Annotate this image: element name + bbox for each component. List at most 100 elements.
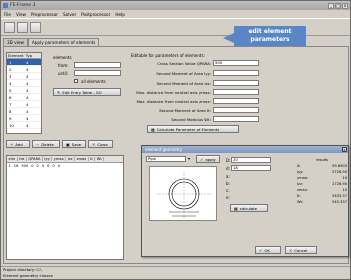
close-icon: ✕ bbox=[92, 141, 96, 147]
element-list[interactable]: Element Typ 14 24 34 44 54 64 74 84 94 1… bbox=[6, 52, 42, 134]
list-item[interactable]: 74 bbox=[7, 101, 41, 108]
list-item[interactable]: 64 bbox=[7, 94, 41, 101]
list-cell: 10 bbox=[9, 122, 14, 128]
save-label: Save bbox=[71, 141, 82, 147]
zmax-label: Max. distance from neutral axis zmax: bbox=[136, 99, 211, 104]
apply-button[interactable]: ✓ apply bbox=[196, 155, 220, 163]
table-header-elm[interactable]: elm bbox=[7, 157, 18, 161]
list-item[interactable]: 14 bbox=[7, 59, 41, 66]
save-icon[interactable] bbox=[30, 22, 41, 33]
edit-icon: ✎ bbox=[57, 89, 61, 95]
tab-3d-view[interactable]: 3D view bbox=[3, 38, 28, 46]
status-message: Element geometry chosen bbox=[3, 273, 54, 278]
table-header-zmax[interactable]: zmax bbox=[75, 157, 89, 161]
menu-solver[interactable]: Solver bbox=[63, 12, 76, 17]
cancel-button[interactable]: ✕ Cancel bbox=[285, 246, 317, 254]
window-title: FE-Frame 3 bbox=[10, 3, 36, 8]
list-cell: 2 bbox=[9, 66, 12, 72]
list-cell: 9 bbox=[9, 115, 12, 121]
maximize-button[interactable]: □ bbox=[335, 2, 341, 9]
add-label: Add bbox=[15, 141, 23, 147]
section-type-value: Pipe bbox=[148, 156, 157, 161]
table-cell: 500 bbox=[21, 164, 29, 168]
qpara-input[interactable]: 500 bbox=[213, 60, 259, 66]
from-input[interactable] bbox=[74, 62, 121, 68]
minimize-button[interactable]: _ bbox=[328, 2, 334, 9]
menu-file[interactable]: File bbox=[4, 12, 11, 17]
open-folder-icon[interactable] bbox=[17, 22, 28, 33]
from-label: from: bbox=[58, 63, 69, 68]
calculate-parameters-button[interactable]: ▦ Calculate Parameter of Elements bbox=[147, 125, 239, 133]
tab-apply-parameters[interactable]: Apply parameters of elements bbox=[27, 38, 100, 46]
menu-postprocessor[interactable]: Postprocessor bbox=[81, 12, 110, 17]
list-item[interactable]: 44 bbox=[7, 80, 41, 87]
plus-icon: + bbox=[10, 141, 14, 147]
delete-label: Delete bbox=[41, 141, 54, 147]
edit-entry-table-button[interactable]: ✎ Edit Entry Table - GO bbox=[53, 88, 121, 96]
cancel-icon: ✕ bbox=[289, 247, 293, 253]
add-button[interactable]: + Add bbox=[6, 140, 30, 148]
type-column-header[interactable]: Typ bbox=[25, 53, 41, 58]
dialog-close-icon[interactable]: x bbox=[342, 147, 347, 152]
table-header-his[interactable]: his bbox=[18, 157, 27, 161]
list-item[interactable]: 94 bbox=[7, 115, 41, 122]
calculate-parameters-label: Calculate Parameter of Elements bbox=[156, 126, 220, 132]
check-icon: ✔ bbox=[259, 247, 263, 253]
zmax-input[interactable] bbox=[213, 98, 259, 104]
section-type-select[interactable]: Pipe bbox=[146, 156, 186, 162]
izz-input[interactable] bbox=[213, 80, 259, 86]
new-file-icon[interactable] bbox=[4, 22, 15, 33]
delete-button[interactable]: − Delete bbox=[32, 140, 60, 148]
list-item[interactable]: 54 bbox=[7, 87, 41, 94]
list-cell: 4 bbox=[26, 101, 29, 107]
annotation-line1: edit element bbox=[248, 28, 292, 35]
wt-input[interactable] bbox=[213, 116, 259, 122]
calculator-icon: ▦ bbox=[234, 205, 238, 211]
results-panel: results A: 59.6903 Iyy: 2726.90 ymax: 10 Iz… bbox=[297, 158, 347, 230]
table-cell: 0 bbox=[57, 164, 61, 168]
table-row[interactable]: 1 16 500 0 0 0 0 0 0 bbox=[7, 163, 123, 169]
list-cell: 8 bbox=[9, 108, 12, 114]
close-window-button[interactable]: x bbox=[342, 2, 348, 9]
ymax-input[interactable] bbox=[213, 89, 259, 95]
close-label: Close bbox=[97, 141, 108, 147]
table-cell: 16 bbox=[13, 164, 19, 168]
edit-entry-table-label: Edit Entry Table - GO bbox=[62, 89, 102, 95]
input-b-label: b: bbox=[226, 181, 230, 186]
table-header-qpara[interactable]: QPARA bbox=[27, 157, 43, 161]
input-id-field[interactable]: 18 bbox=[231, 165, 271, 171]
list-item[interactable]: 24 bbox=[7, 66, 41, 73]
menu-preprocessor[interactable]: Preprocessor bbox=[31, 12, 58, 17]
input-d-field[interactable]: 20 bbox=[231, 157, 271, 163]
table-header-wt[interactable]: Wt bbox=[95, 157, 105, 161]
calculate-button[interactable]: ▦ calculate bbox=[230, 204, 268, 212]
list-item[interactable]: 34 bbox=[7, 73, 41, 80]
list-cell: 3 bbox=[9, 73, 12, 79]
list-cell: 4 bbox=[26, 122, 29, 128]
parameters-table[interactable]: elm his QPARA Iyy ymax Izz zmax It Wt 1 … bbox=[6, 155, 124, 260]
iyy-input[interactable] bbox=[213, 70, 259, 76]
save-button[interactable]: ▣ Save bbox=[62, 140, 86, 148]
close-button[interactable]: ✕ Close bbox=[88, 140, 113, 148]
ok-button[interactable]: ✔ OK bbox=[255, 246, 281, 254]
title-bar: FE-Frame 3 _ □ x bbox=[1, 1, 350, 10]
all-elements-checkbox[interactable] bbox=[74, 79, 78, 83]
params-header: Editable for parameters of elements: bbox=[131, 53, 205, 58]
table-header-ymax[interactable]: ymax bbox=[52, 157, 67, 161]
chevron-down-icon[interactable]: ▾ bbox=[188, 156, 190, 161]
menu-help[interactable]: Help bbox=[115, 12, 125, 17]
input-a-label: a: bbox=[226, 174, 230, 179]
table-header-izz[interactable]: Izz bbox=[66, 157, 76, 161]
menu-view[interactable]: View bbox=[16, 12, 26, 17]
result-row: Wt: 545.337 bbox=[297, 200, 347, 206]
status-bar: Project directory: C:\ Element geometry … bbox=[1, 266, 350, 280]
list-item[interactable]: 10 4 bbox=[7, 122, 41, 129]
ymax-label: Max. distance from neutral axis ymax: bbox=[136, 90, 211, 95]
menu-bar: File View Preprocessor Solver Postproces… bbox=[1, 10, 350, 18]
until-input[interactable] bbox=[74, 70, 121, 76]
app-icon bbox=[3, 3, 8, 8]
element-column-header[interactable]: Element bbox=[7, 53, 25, 58]
it-input[interactable] bbox=[213, 107, 259, 113]
table-header-iyy[interactable]: Iyy bbox=[43, 157, 53, 161]
list-item[interactable]: 84 bbox=[7, 108, 41, 115]
